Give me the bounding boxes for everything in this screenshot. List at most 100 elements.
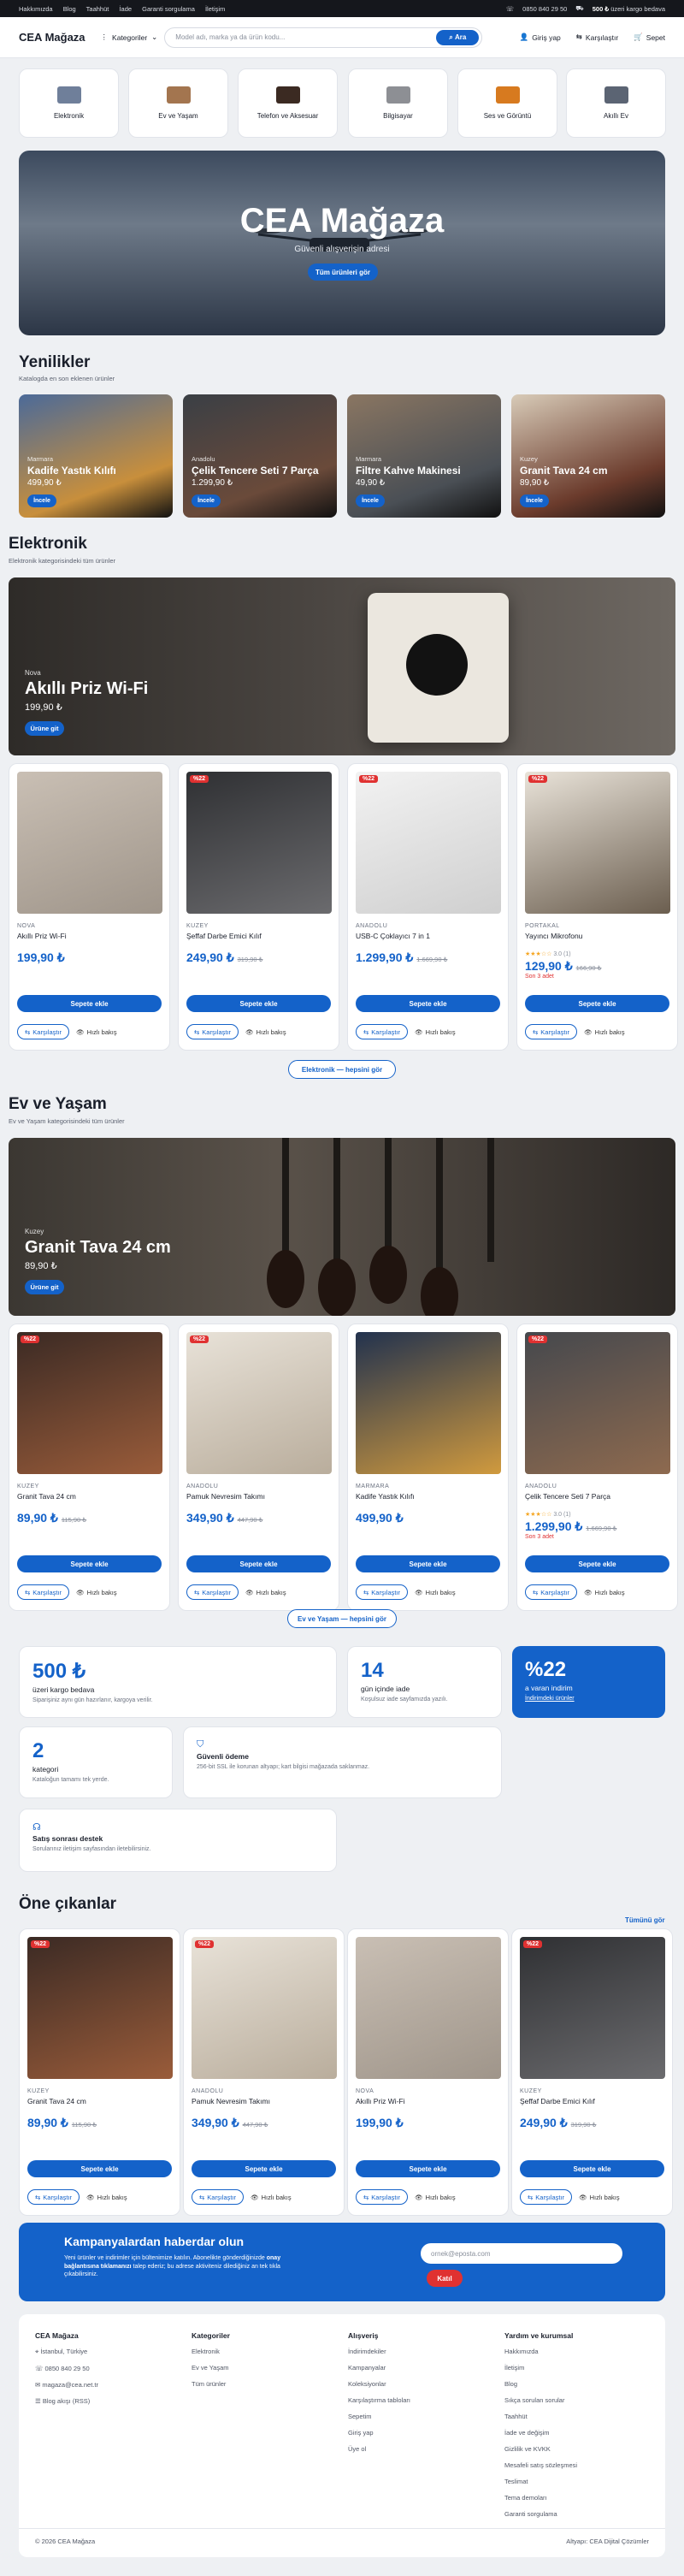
product-image[interactable]: %22 — [525, 772, 670, 914]
product-name[interactable]: Akıllı Priz Wi-Fi — [17, 932, 162, 950]
search-input[interactable]: Model adı, marka ya da ürün kodu... — [175, 33, 285, 41]
compare-button[interactable]: ⇆ Karşılaştır — [186, 1024, 239, 1039]
footer-shopping-link[interactable]: Üye ol — [348, 2445, 410, 2453]
compare-button[interactable]: ⇆ Karşılaştır — [27, 2189, 80, 2205]
new-item-card[interactable]: Marmara Filtre Kahve Makinesi 49,90 ₺ İncel… — [347, 394, 501, 518]
banner-button[interactable]: Ürüne git — [25, 1280, 64, 1294]
footer-shopping-link[interactable]: Kampanyalar — [348, 2364, 410, 2372]
compare-button[interactable]: ⇆ Karşılaştır — [17, 1024, 70, 1039]
product-name[interactable]: Pamuk Nevresim Takımı — [192, 2097, 336, 2116]
footer-rss[interactable]: ☰ Blog akışı (RSS) — [35, 2397, 98, 2405]
quick-view-button[interactable]: 👁 Hızlı bakış — [251, 2194, 292, 2201]
add-to-cart-button[interactable]: Sepete ekle — [356, 1555, 500, 1572]
product-image[interactable]: %22 — [525, 1332, 670, 1474]
product-image[interactable] — [356, 1937, 501, 2079]
footer-phone[interactable]: ☏ 0850 840 29 50 — [35, 2365, 98, 2372]
quick-view-button[interactable]: 👁 Hızlı bakış — [76, 1028, 117, 1036]
footer-help-link[interactable]: Mesafeli satış sözleşmesi — [504, 2461, 577, 2469]
new-item-button[interactable]: İncele — [27, 494, 56, 507]
top-link-returns[interactable]: İade — [119, 5, 132, 13]
product-image[interactable] — [17, 772, 162, 914]
footer-shopping-link[interactable]: Giriş yap — [348, 2429, 410, 2437]
quick-view-button[interactable]: 👁 Hızlı bakış — [579, 2194, 620, 2201]
category-card-audio-video[interactable]: Ses ve Görüntü — [457, 68, 557, 138]
hero-cta-button[interactable]: Tüm ürünleri gör — [308, 264, 378, 281]
product-name[interactable]: Şeffaf Darbe Emici Kılıf — [186, 932, 331, 950]
footer-help-link[interactable]: İade ve değişim — [504, 2429, 577, 2437]
footer-category-link[interactable]: Ev ve Yaşam — [192, 2364, 230, 2372]
featured-see-all-link[interactable]: Tümünü gör — [625, 1916, 665, 1924]
footer-help-link[interactable]: İletişim — [504, 2364, 577, 2372]
product-name[interactable]: USB-C Çoklayıcı 7 in 1 — [356, 932, 500, 950]
quick-view-button[interactable]: 👁 Hızlı bakış — [584, 1028, 625, 1036]
categories-button[interactable]: ⋮ Kategoriler ⌄ — [101, 33, 158, 42]
add-to-cart-button[interactable]: Sepete ekle — [520, 2160, 664, 2177]
new-item-card[interactable]: Anadolu Çelik Tencere Seti 7 Parça 1.299,9… — [183, 394, 337, 518]
product-image[interactable] — [356, 1332, 501, 1474]
banner-button[interactable]: Ürüne git — [25, 721, 64, 736]
category-card-smart-home[interactable]: Akıllı Ev — [566, 68, 666, 138]
compare-button[interactable]: ⇆ Karşılaştır — [186, 1584, 239, 1600]
product-name[interactable]: Çelik Tencere Seti 7 Parça — [525, 1492, 669, 1511]
home-see-all-button[interactable]: Ev ve Yaşam — hepsini gör — [287, 1609, 397, 1628]
add-to-cart-button[interactable]: Sepete ekle — [192, 2160, 336, 2177]
footer-category-link[interactable]: Tüm ürünler — [192, 2380, 230, 2388]
add-to-cart-button[interactable]: Sepete ekle — [356, 2160, 500, 2177]
product-name[interactable]: Şeffaf Darbe Emici Kılıf — [520, 2097, 664, 2116]
product-name[interactable]: Granit Tava 24 cm — [27, 2097, 172, 2116]
add-to-cart-button[interactable]: Sepete ekle — [17, 995, 162, 1012]
add-to-cart-button[interactable]: Sepete ekle — [17, 1555, 162, 1572]
compare-button[interactable]: ⇆ Karşılaştır — [192, 2189, 245, 2205]
category-card-phone[interactable]: Telefon ve Aksesuar — [238, 68, 338, 138]
logo[interactable]: CEA Mağaza — [19, 31, 86, 44]
product-name[interactable]: Yayıncı Mikrofonu — [525, 932, 669, 950]
footer-shopping-link[interactable]: Sepetim — [348, 2413, 410, 2420]
product-image[interactable]: %22 — [520, 1937, 665, 2079]
new-item-card[interactable]: Marmara Kadife Yastık Kılıfı 499,90 ₺ İncel… — [19, 394, 173, 518]
footer-help-link[interactable]: Teslimat — [504, 2478, 577, 2485]
footer-shopping-link[interactable]: Karşılaştırma tabloları — [348, 2396, 410, 2404]
category-card-computer[interactable]: Bilgisayar — [348, 68, 448, 138]
add-to-cart-button[interactable]: Sepete ekle — [356, 995, 500, 1012]
add-to-cart-button[interactable]: Sepete ekle — [186, 995, 331, 1012]
compare-button[interactable]: ⇆ Karşılaştır — [356, 1024, 409, 1039]
compare-button[interactable]: ⇆ Karşılaştır — [525, 1024, 578, 1039]
login-link[interactable]: 👤 Giriş yap — [520, 33, 561, 42]
product-name[interactable]: Granit Tava 24 cm — [17, 1492, 162, 1511]
quick-view-button[interactable]: 👁 Hızlı bakış — [584, 1589, 625, 1596]
footer-help-link[interactable]: Hakkımızda — [504, 2348, 577, 2355]
discount-link[interactable]: İndirimdeki ürünler — [525, 1696, 652, 1702]
quick-view-button[interactable]: 👁 Hızlı bakış — [86, 2194, 127, 2201]
newsletter-join-button[interactable]: Katıl — [427, 2270, 463, 2287]
compare-button[interactable]: ⇆ Karşılaştır — [17, 1584, 70, 1600]
footer-shopping-link[interactable]: Koleksiyonlar — [348, 2380, 410, 2388]
compare-button[interactable]: ⇆ Karşılaştır — [356, 2189, 409, 2205]
category-card-home[interactable]: Ev ve Yaşam — [128, 68, 228, 138]
product-name[interactable]: Kadife Yastık Kılıfı — [356, 1492, 500, 1511]
compare-button[interactable]: ⇆ Karşılaştır — [356, 1584, 409, 1600]
product-image[interactable]: %22 — [186, 772, 332, 914]
new-item-button[interactable]: İncele — [192, 494, 221, 507]
add-to-cart-button[interactable]: Sepete ekle — [186, 1555, 331, 1572]
product-name[interactable]: Pamuk Nevresim Takımı — [186, 1492, 331, 1511]
search-button[interactable]: ⌕ Ara — [436, 29, 480, 45]
new-item-button[interactable]: İncele — [520, 494, 549, 507]
quick-view-button[interactable]: 👁 Hızlı bakış — [415, 2194, 456, 2201]
footer-help-link[interactable]: Taahhüt — [504, 2413, 577, 2420]
footer-email[interactable]: ✉ magaza@cea.net.tr — [35, 2381, 98, 2389]
product-image[interactable]: %22 — [356, 772, 501, 914]
newsletter-email-input[interactable]: ornek@eposta.com — [421, 2243, 622, 2264]
compare-button[interactable]: ⇆ Karşılaştır — [520, 2189, 573, 2205]
add-to-cart-button[interactable]: Sepete ekle — [27, 2160, 172, 2177]
top-link-blog[interactable]: Blog — [63, 5, 76, 13]
quick-view-button[interactable]: 👁 Hızlı bakış — [245, 1589, 286, 1596]
product-image[interactable]: %22 — [27, 1937, 173, 2079]
footer-category-link[interactable]: Elektronik — [192, 2348, 230, 2355]
footer-help-link[interactable]: Gizlilik ve KVKK — [504, 2445, 577, 2453]
quick-view-button[interactable]: 👁 Hızlı bakış — [415, 1028, 456, 1036]
product-image[interactable]: %22 — [192, 1937, 337, 2079]
cart-link[interactable]: 🛒 Sepet — [634, 33, 665, 42]
footer-help-link[interactable]: Tema demoları — [504, 2494, 577, 2502]
product-image[interactable]: %22 — [186, 1332, 332, 1474]
new-item-button[interactable]: İncele — [356, 494, 385, 507]
